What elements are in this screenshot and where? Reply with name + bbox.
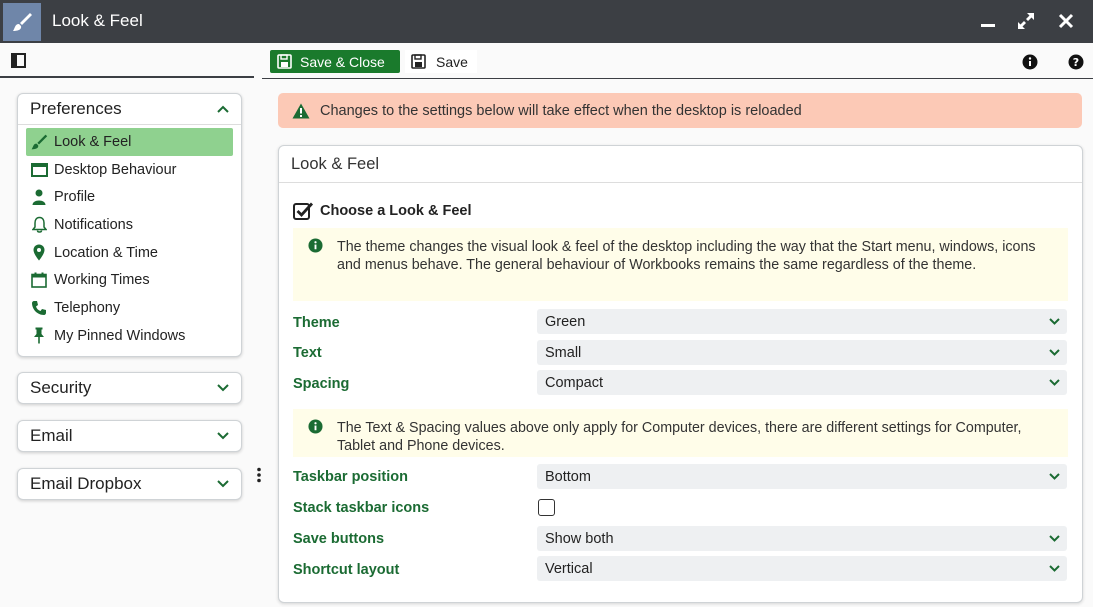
sidebar-item-label: Notifications (54, 216, 133, 233)
help-icon[interactable]: ? (1068, 54, 1084, 70)
sidebar-item-desktop-behaviour[interactable]: Desktop Behaviour (26, 156, 233, 184)
theme-info-text: The theme changes the visual look & feel… (337, 239, 1036, 273)
warning-icon (292, 103, 310, 119)
info-icon (308, 419, 323, 439)
checked-box-icon (293, 201, 314, 220)
text-size-value: Small (545, 344, 582, 361)
info-icon (308, 238, 323, 258)
close-icon[interactable] (1056, 11, 1076, 31)
theme-value: Green (545, 313, 586, 330)
email-dropbox-label: Email Dropbox (30, 474, 142, 493)
sidebar-item-my-pinned-windows[interactable]: My Pinned Windows (26, 322, 233, 350)
text-label: Text (293, 345, 322, 361)
spacing-label: Spacing (293, 376, 350, 392)
sidebar-item-label: Profile (54, 189, 96, 206)
save-buttons-label: Save buttons (293, 531, 385, 547)
chevron-down-icon (1049, 473, 1060, 480)
section-title: Choose a Look & Feel (293, 201, 471, 220)
sidebar-item-notifications[interactable]: Notifications (26, 211, 233, 239)
paintbrush-icon (29, 133, 49, 151)
info-icon[interactable] (1022, 54, 1038, 70)
toolbar-divider (262, 78, 1093, 79)
device-info-box: The Text & Spacing values above only app… (293, 409, 1068, 457)
person-icon (29, 188, 49, 206)
theme-label: Theme (293, 315, 340, 331)
chevron-down-icon (1049, 318, 1060, 325)
svg-text:?: ? (1073, 56, 1079, 69)
theme-info-box: The theme changes the visual look & feel… (293, 228, 1068, 301)
chevron-down-icon (217, 432, 229, 440)
chevron-down-icon (1049, 565, 1060, 572)
sidebar-divider (0, 76, 254, 78)
maximize-icon[interactable] (1016, 11, 1036, 31)
chevron-down-icon (217, 384, 229, 392)
chevron-down-icon (1049, 379, 1060, 386)
toolbar (0, 44, 1093, 78)
phone-icon (29, 299, 49, 317)
stack-taskbar-icons-label: Stack taskbar icons (293, 500, 430, 516)
panel-title: Look & Feel (279, 146, 1082, 183)
sidebar-item-location-time[interactable]: Location & Time (26, 239, 233, 267)
save-icon (411, 54, 426, 69)
reload-warning-alert: Changes to the settings below will take … (278, 93, 1082, 128)
window-icon (29, 161, 49, 179)
shortcut-layout-select[interactable]: Vertical (537, 556, 1067, 581)
spacing-value: Compact (545, 374, 604, 391)
sidebar-item-label: Look & Feel (54, 133, 132, 150)
chevron-down-icon (217, 480, 229, 488)
preferences-header[interactable]: Preferences (18, 94, 241, 124)
stack-taskbar-icons-checkbox[interactable] (538, 499, 555, 516)
bell-icon (29, 216, 49, 234)
sidebar-item-look-feel[interactable]: Look & Feel (26, 128, 233, 156)
security-section[interactable]: Security (17, 372, 242, 404)
email-section[interactable]: Email (17, 420, 242, 452)
alert-text: Changes to the settings below will take … (320, 102, 802, 119)
sidebar-item-label: Desktop Behaviour (54, 161, 177, 178)
taskbar-position-value: Bottom (545, 468, 591, 485)
chevron-down-icon (1049, 349, 1060, 356)
sidebar-item-telephony[interactable]: Telephony (26, 294, 233, 322)
email-label: Email (30, 426, 73, 445)
text-size-select[interactable]: Small (537, 340, 1067, 365)
save-label: Save (436, 53, 468, 70)
save-buttons-select[interactable]: Show both (537, 526, 1067, 551)
shortcut-layout-label: Shortcut layout (293, 562, 400, 578)
sidebar-item-label: Location & Time (54, 244, 158, 261)
shortcut-layout-value: Vertical (545, 560, 593, 577)
email-dropbox-section[interactable]: Email Dropbox (17, 468, 242, 500)
save-icon (277, 54, 292, 69)
paintbrush-icon (3, 3, 41, 41)
taskbar-position-label: Taskbar position (293, 469, 408, 485)
sidebar-item-label: My Pinned Windows (54, 327, 186, 344)
taskbar-position-select[interactable]: Bottom (537, 464, 1067, 489)
preferences-label: Preferences (30, 99, 122, 118)
title-bar: Look & Feel (0, 0, 1093, 43)
save-close-label: Save & Close (300, 53, 385, 70)
section-title-text: Choose a Look & Feel (320, 202, 472, 219)
resize-handle-icon[interactable] (257, 467, 261, 483)
sidebar-item-label: Working Times (54, 272, 150, 289)
chevron-down-icon (1049, 535, 1060, 542)
theme-select[interactable]: Green (537, 309, 1067, 334)
calendar-icon (29, 271, 49, 289)
save-buttons-value: Show both (545, 530, 614, 547)
sidebar-toggle-icon[interactable] (11, 53, 26, 68)
security-label: Security (30, 378, 92, 397)
sidebar-item-profile[interactable]: Profile (26, 183, 233, 211)
save-button[interactable]: Save (405, 50, 477, 73)
pin-icon (29, 327, 49, 345)
chevron-up-icon (217, 105, 229, 113)
minimize-icon[interactable] (978, 11, 998, 31)
spacing-select[interactable]: Compact (537, 370, 1067, 395)
device-info-text: The Text & Spacing values above only app… (337, 420, 1022, 454)
save-close-button[interactable]: Save & Close (270, 50, 400, 73)
sidebar-item-label: Telephony (54, 299, 121, 316)
sidebar-item-working-times[interactable]: Working Times (26, 266, 233, 294)
preferences-section: Preferences Look & Feel Desktop Behaviou… (17, 93, 242, 357)
window-title: Look & Feel (52, 11, 143, 30)
map-pin-icon (29, 244, 49, 262)
look-feel-panel: Look & Feel Choose a Look & Feel The the… (278, 145, 1083, 603)
